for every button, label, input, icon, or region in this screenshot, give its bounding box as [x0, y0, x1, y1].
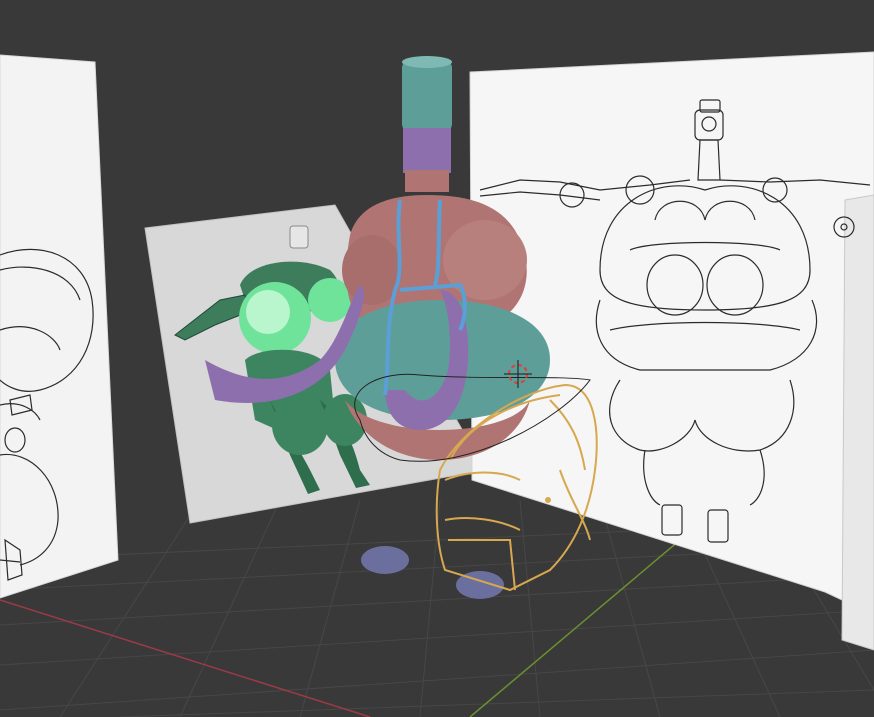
3d-viewport[interactable] [0, 0, 874, 717]
y-axis-line [469, 539, 681, 717]
reference-plane-left[interactable] [0, 54, 119, 599]
x-axis-line [0, 599, 371, 717]
